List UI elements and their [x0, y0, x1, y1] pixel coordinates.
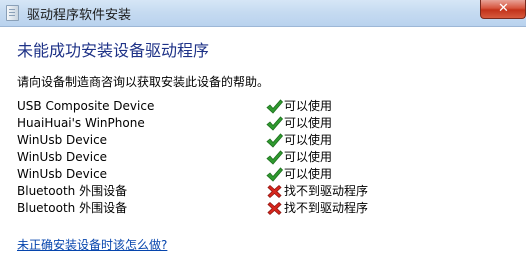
instruction-text: 请向设备制造商咨询以获取安装此设备的帮助。: [17, 75, 270, 89]
device-row: WinUsb Device 可以使用: [0, 149, 526, 166]
device-status: 可以使用: [284, 99, 333, 113]
check-icon: [266, 167, 283, 182]
page-title: 未能成功安装设备驱动程序: [17, 41, 210, 60]
close-button[interactable]: ✕: [480, 0, 526, 19]
check-icon: [266, 150, 283, 165]
device-row: USB Composite Device 可以使用: [0, 98, 526, 115]
error-x-icon: [267, 201, 282, 216]
close-icon: ✕: [498, 1, 509, 16]
device-status: 可以使用: [284, 150, 333, 164]
device-row: HuaiHuai's WinPhone 可以使用: [0, 115, 526, 132]
device-name: WinUsb Device: [17, 150, 108, 164]
device-name: WinUsb Device: [17, 167, 108, 181]
check-icon: [266, 133, 283, 148]
device-status: 可以使用: [284, 133, 333, 147]
window-title: 驱动程序软件安装: [27, 8, 132, 23]
device-status: 找不到驱动程序: [284, 201, 369, 215]
device-name: WinUsb Device: [17, 133, 108, 147]
device-status: 找不到驱动程序: [284, 184, 369, 198]
device-row: Bluetooth 外围设备 找不到驱动程序: [0, 200, 526, 217]
title-bar[interactable]: 驱动程序软件安装 ✕: [0, 0, 526, 27]
check-icon: [266, 99, 283, 114]
driver-install-window: 驱动程序软件安装 ✕ 未能成功安装设备驱动程序 请向设备制造商咨询以获取安装此设…: [0, 0, 526, 267]
device-name: USB Composite Device: [17, 99, 155, 113]
document-icon: [6, 5, 19, 21]
device-name: Bluetooth 外围设备: [17, 201, 128, 215]
help-link[interactable]: 未正确安装设备时该怎么做?: [17, 236, 167, 253]
device-row: Bluetooth 外围设备 找不到驱动程序: [0, 183, 526, 200]
device-row: WinUsb Device 可以使用: [0, 166, 526, 183]
check-icon: [266, 116, 283, 131]
device-status: 可以使用: [284, 167, 333, 181]
device-name: HuaiHuai's WinPhone: [17, 116, 145, 130]
device-row: WinUsb Device 可以使用: [0, 132, 526, 149]
device-status: 可以使用: [284, 116, 333, 130]
device-name: Bluetooth 外围设备: [17, 184, 128, 198]
error-x-icon: [267, 184, 282, 199]
